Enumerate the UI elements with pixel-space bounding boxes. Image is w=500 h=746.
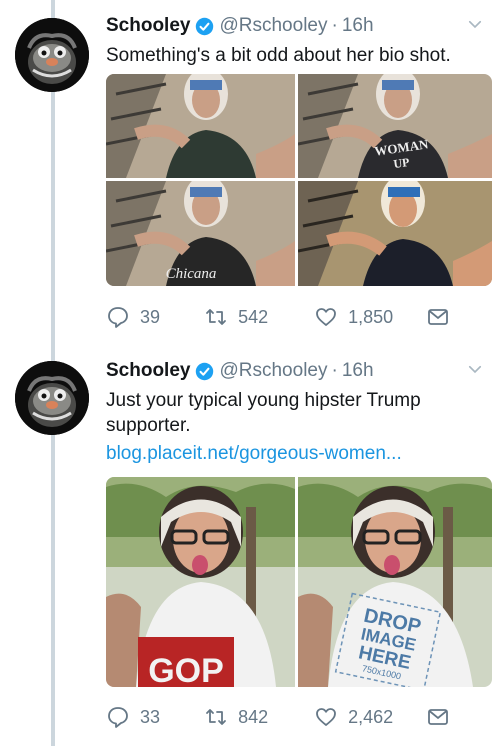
media-grid: WOMAN UP Chicana — [106, 74, 492, 286]
tweet-header: Schooley @Rschooley · 16h — [106, 13, 488, 39]
media-photo[interactable]: Chicana — [106, 181, 295, 286]
retweet-count: 842 — [238, 706, 269, 727]
envelope-icon — [428, 309, 448, 325]
author-name[interactable]: Schooley — [106, 15, 190, 37]
photo-image: WOMAN UP — [298, 74, 492, 178]
photo-image: GOP — [106, 477, 295, 687]
author-name[interactable]: Schooley — [106, 360, 190, 382]
chevron-down-icon[interactable] — [466, 360, 484, 378]
separator-dot: · — [331, 360, 338, 381]
direct-message-button[interactable] — [426, 305, 460, 329]
svg-text:Chicana: Chicana — [166, 266, 217, 282]
timestamp[interactable]: 16h — [342, 360, 374, 382]
verified-badge-icon — [196, 17, 214, 35]
avatar[interactable] — [15, 18, 89, 92]
retweet-button[interactable]: 542 — [204, 305, 314, 329]
retweet-icon — [206, 309, 227, 325]
tweet-text: Just your typical young hipster Trump su… — [106, 390, 421, 436]
media-grid: GOP DROP IMAGE HERE 750x1000 — [106, 477, 492, 687]
photo-image: DROP IMAGE HERE 750x1000 — [298, 477, 492, 687]
retweet-icon — [206, 709, 227, 725]
reply-icon — [108, 707, 128, 728]
tweet[interactable]: Schooley @Rschooley · 16h Something's a … — [0, 0, 500, 345]
photo-image — [298, 181, 492, 286]
photo-image — [106, 74, 295, 178]
tweet-text: Something's a bit odd about her bio shot… — [106, 45, 451, 66]
media-photo[interactable]: GOP — [106, 477, 295, 687]
avatar[interactable] — [15, 361, 89, 435]
tweet-link[interactable]: blog.placeit.net/gorgeous-women... — [106, 443, 402, 465]
muppet-avatar-icon — [15, 18, 89, 92]
separator-dot: · — [331, 15, 338, 36]
like-button[interactable]: 2,462 — [314, 705, 426, 729]
media-photo[interactable]: WOMAN UP — [298, 74, 492, 178]
direct-message-button[interactable] — [426, 705, 460, 729]
muppet-avatar-icon — [15, 361, 89, 435]
retweet-count: 542 — [238, 306, 269, 327]
media-photo[interactable] — [106, 74, 295, 178]
retweet-button[interactable]: 842 — [204, 705, 314, 729]
envelope-icon — [428, 709, 448, 725]
like-count: 1,850 — [348, 306, 394, 327]
tweet[interactable]: Schooley @Rschooley · 16h Just your typi… — [0, 345, 500, 746]
timestamp[interactable]: 16h — [342, 15, 374, 37]
media-photo[interactable]: DROP IMAGE HERE 750x1000 — [298, 477, 492, 687]
like-button[interactable]: 1,850 — [314, 305, 426, 329]
heart-icon — [316, 708, 336, 726]
like-count: 2,462 — [348, 706, 394, 727]
tweet-header: Schooley @Rschooley · 16h — [106, 358, 488, 384]
reply-button[interactable]: 39 — [106, 305, 204, 329]
heart-icon — [316, 308, 336, 326]
author-handle[interactable]: @Rschooley — [219, 360, 327, 382]
tweet-actions: 39 542 1,850 — [106, 304, 460, 330]
chevron-down-icon[interactable] — [466, 15, 484, 33]
reply-count: 33 — [140, 706, 161, 727]
photo-image: Chicana — [106, 181, 295, 286]
shirt-text: GOP — [148, 652, 224, 687]
reply-button[interactable]: 33 — [106, 705, 204, 729]
reply-icon — [108, 307, 128, 328]
svg-text:UP: UP — [393, 155, 411, 171]
media-photo[interactable] — [298, 181, 492, 286]
verified-badge-icon — [196, 362, 214, 380]
author-handle[interactable]: @Rschooley — [219, 15, 327, 37]
tweet-actions: 33 842 2,462 — [106, 704, 460, 730]
reply-count: 39 — [140, 306, 161, 327]
